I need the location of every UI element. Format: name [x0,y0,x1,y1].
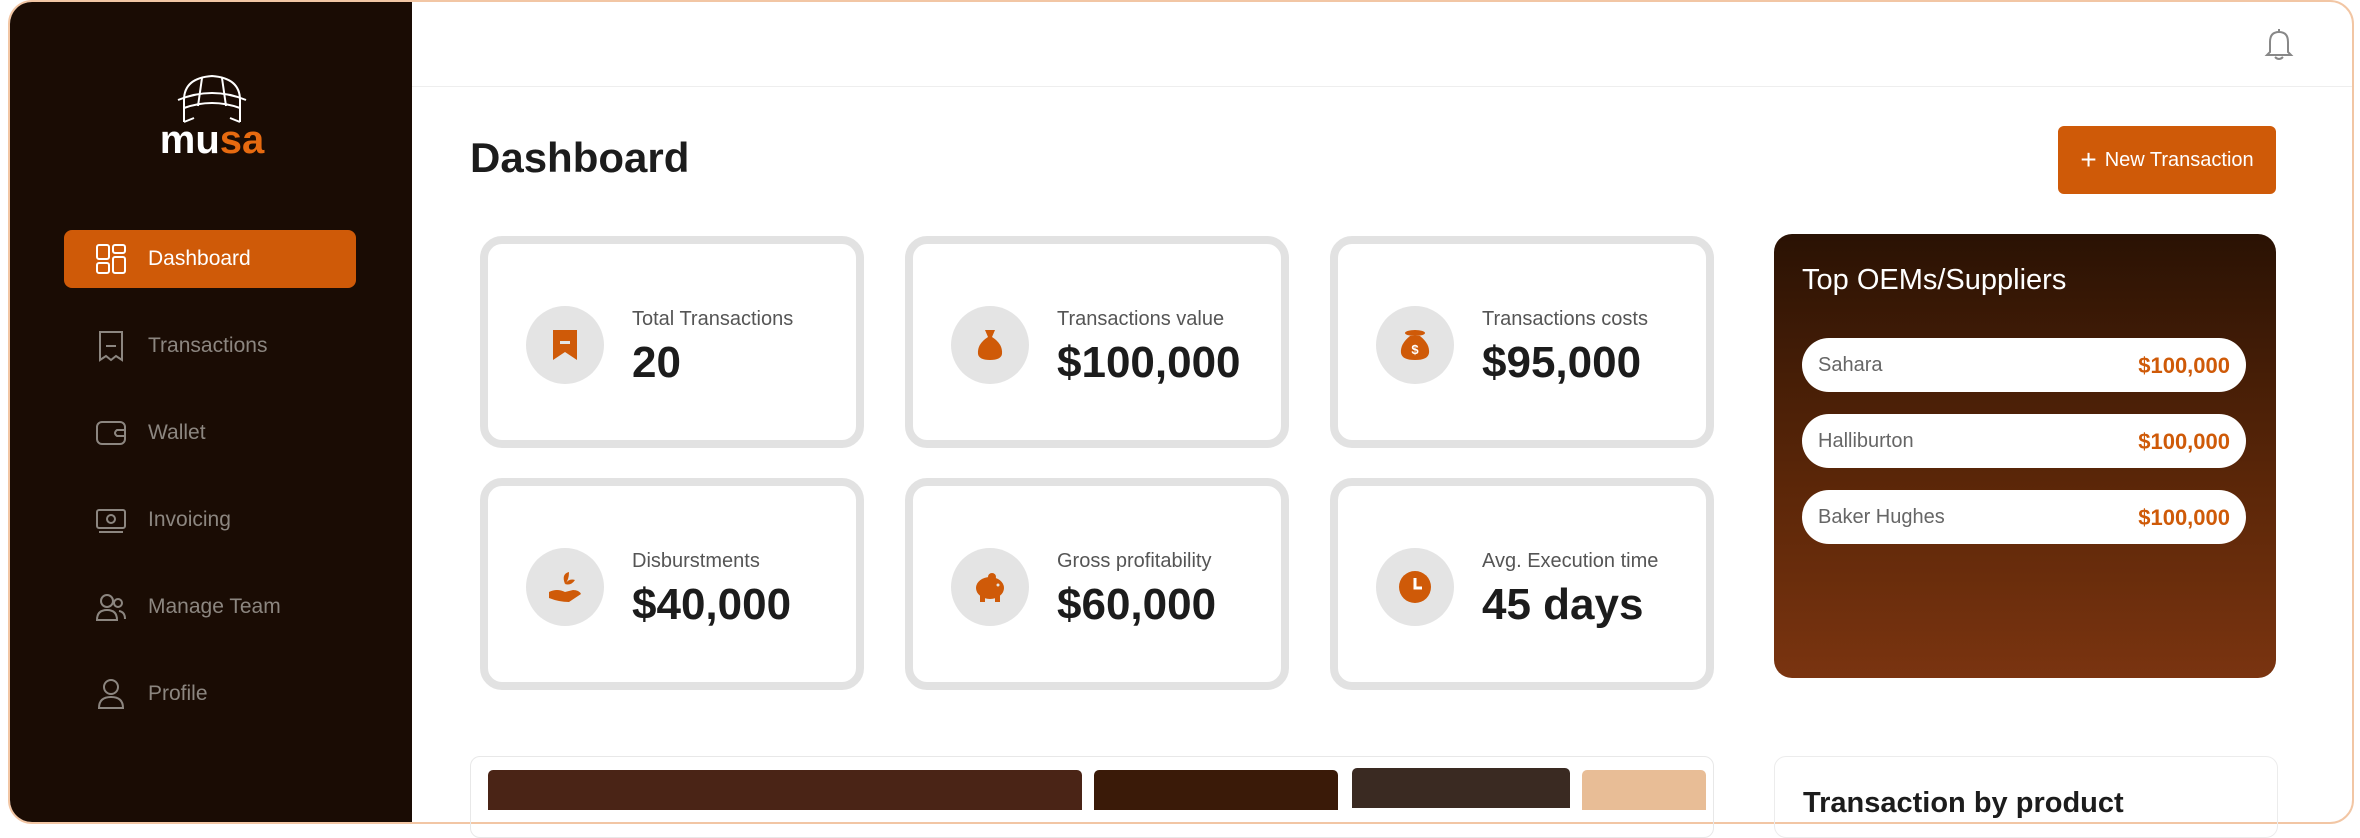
logo-wordmark: musa [152,118,272,163]
stat-label: Disburstments [632,550,760,572]
logo-text-white: mu [159,118,220,162]
new-transaction-label: New Transaction [2104,148,2254,171]
color-swatch [488,770,1082,810]
stat-label: Total Transactions [632,308,794,330]
clock-icon [1376,548,1454,626]
stat-card-avg-execution-time: Avg. Execution time 45 days [1330,478,1714,690]
color-swatch [1582,770,1706,810]
stat-value: 20 [632,338,681,387]
sidebar-item-label: Profile [148,682,208,705]
piggy-bank-icon [951,548,1029,626]
sidebar-item-profile[interactable]: Profile [64,665,356,723]
musa-logo[interactable]: musa [152,72,272,162]
sidebar-item-dashboard[interactable]: Dashboard [64,230,356,288]
oem-value: $100,000 [2138,505,2230,530]
top-oems-title: Top OEMs/Suppliers [1802,264,2067,296]
hand-plant-icon [526,548,604,626]
sidebar-item-transactions[interactable]: Transactions [64,317,356,375]
user-icon [94,677,128,711]
stat-value: $100,000 [1057,338,1241,387]
sidebar: musa Dashboard Transactions Wallet Invoi [10,2,412,822]
color-swatch [1094,770,1338,810]
stat-value: 45 days [1482,580,1644,629]
stat-value: $40,000 [632,580,792,629]
color-swatch [1352,768,1570,808]
receipt-icon [94,329,128,363]
logo-text-orange: sa [219,118,265,162]
sidebar-item-label: Transactions [148,334,268,357]
stat-value: $60,000 [1057,580,1217,629]
stat-value: $95,000 [1482,338,1642,387]
oem-name: Sahara [1818,354,1883,376]
wallet-icon [94,416,128,450]
sidebar-item-wallet[interactable]: Wallet [64,404,356,462]
invoice-cash-icon [94,503,128,537]
stat-card-transactions-costs: $ Transactions costs $95,000 [1330,236,1714,448]
oem-row[interactable]: Halliburton $100,000 [1802,414,2246,468]
oem-name: Halliburton [1818,430,1914,452]
stat-card-gross-profitability: Gross profitability $60,000 [905,478,1289,690]
new-transaction-button[interactable]: + New Transaction [2058,126,2276,194]
dollar-bag-icon: $ [1376,306,1454,384]
stat-card-total-transactions: Total Transactions 20 [480,236,864,448]
stat-label: Transactions costs [1482,308,1648,330]
sidebar-item-manage-team[interactable]: Manage Team [64,578,356,636]
stat-label: Transactions value [1057,308,1225,330]
receipt-icon [526,306,604,384]
sidebar-item-invoicing[interactable]: Invoicing [64,491,356,549]
plus-icon: + [2080,144,2097,175]
oem-row[interactable]: Sahara $100,000 [1802,338,2246,392]
oem-value: $100,000 [2138,353,2230,378]
sidebar-item-label: Wallet [148,421,206,444]
stat-label: Avg. Execution time [1482,550,1659,572]
money-bag-icon [951,306,1029,384]
team-icon [94,590,128,624]
sidebar-item-label: Invoicing [148,508,231,531]
sidebar-item-label: Dashboard [148,247,251,270]
oem-row[interactable]: Baker Hughes $100,000 [1802,490,2246,544]
oem-value: $100,000 [2138,429,2230,454]
sidebar-item-label: Manage Team [148,595,281,618]
bell-icon[interactable] [2264,28,2294,60]
top-bar [412,2,2352,87]
transaction-by-product-panel: Transaction by product [1774,756,2278,838]
dashboard-grid-icon [94,242,128,276]
stat-card-disburstments: Disburstments $40,000 [480,478,864,690]
top-oems-panel: Top OEMs/Suppliers Sahara $100,000 Halli… [1774,234,2276,678]
svg-text:$: $ [1411,342,1419,357]
stat-card-transactions-value: Transactions value $100,000 [905,236,1289,448]
stat-label: Gross profitability [1057,550,1212,572]
oem-name: Baker Hughes [1818,506,1945,528]
page-title: Dashboard [470,134,690,181]
